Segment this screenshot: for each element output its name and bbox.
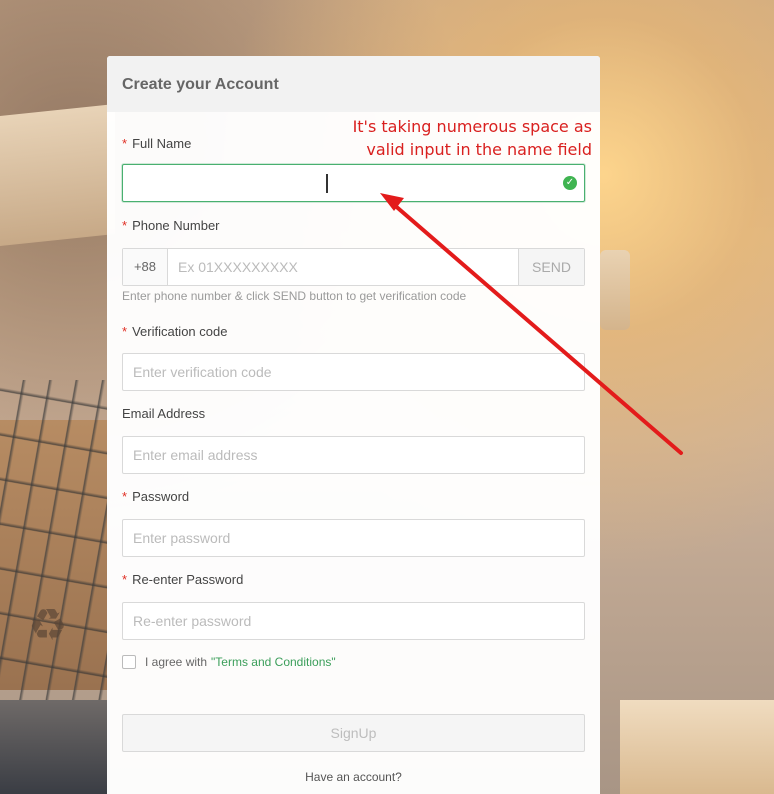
recycle-icon: ♻ [28,600,68,651]
background-box-right [620,700,774,794]
text-caret [326,174,328,193]
reenter-password-label: * Re-enter Password [122,572,244,587]
phone-input[interactable]: Ex 01XXXXXXXXX [168,249,518,285]
have-account-link[interactable]: Have an account? [107,770,600,784]
annotation-line-1: It's taking numerous space as [352,117,592,136]
password-input[interactable]: Enter password [122,519,585,557]
full-name-input[interactable]: ✓ [122,164,585,202]
background-box [0,103,115,247]
annotation-line-2: valid input in the name field [366,140,592,159]
signup-button[interactable]: SignUp [122,714,585,752]
email-label: Email Address [122,406,206,421]
annotation-note: It's taking numerous space as valid inpu… [340,115,592,161]
card-header: Create your Account [107,56,600,112]
phone-label: * Phone Number [122,218,220,233]
phone-input-group: +88 Ex 01XXXXXXXXX SEND [122,248,585,286]
verification-code-input[interactable]: Enter verification code [122,353,585,391]
email-input[interactable]: Enter email address [122,436,585,474]
check-circle-icon: ✓ [563,176,577,190]
signup-card: Create your Account * Full Name ✓ * Phone … [107,56,600,794]
verification-label: * Verification code [122,324,228,339]
background-cart-base [0,700,110,794]
background-cart [0,380,110,700]
phone-hint: Enter phone number & click SEND button t… [122,289,467,303]
required-mark: * [122,218,128,233]
background-box-edge [600,250,630,330]
required-mark: * [122,572,128,587]
reenter-password-input[interactable]: Re-enter password [122,602,585,640]
terms-link[interactable]: "Terms and Conditions" [211,655,336,669]
required-mark: * [122,324,128,339]
page-title: Create your Account [122,76,279,93]
country-code: +88 [123,249,168,285]
terms-checkbox[interactable] [122,655,136,669]
terms-label: I agree with [145,655,208,669]
password-label: * Password [122,489,190,504]
send-code-button[interactable]: SEND [518,249,584,285]
terms-row: I agree with "Terms and Conditions" [122,655,336,669]
required-mark: * [122,489,128,504]
full-name-label: * Full Name [122,136,192,151]
required-mark: * [122,136,128,151]
